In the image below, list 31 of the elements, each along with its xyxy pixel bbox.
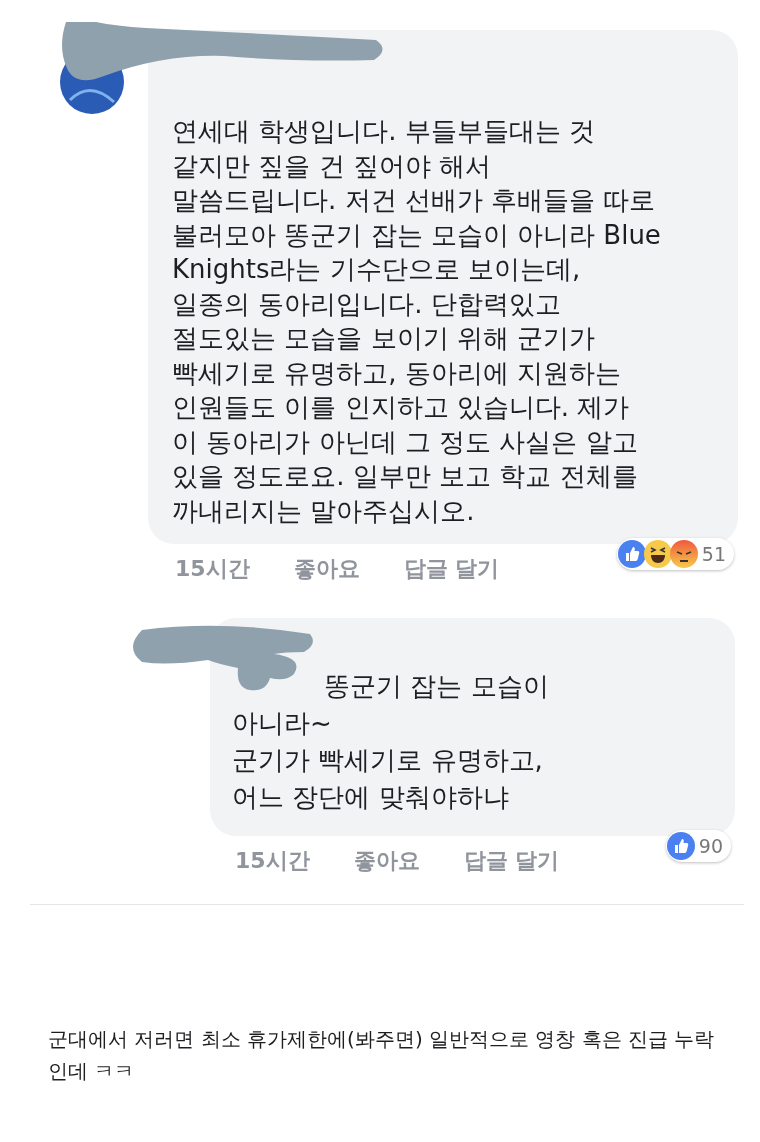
comment-text-line: Knights라는 기수단으로 보이는데, xyxy=(172,253,582,286)
reaction-number: 90 xyxy=(698,835,723,857)
comment-text-line: 아니라~ xyxy=(232,707,333,740)
reaction-count[interactable]: 90 xyxy=(665,830,731,862)
reaction-count[interactable]: 51 xyxy=(616,538,734,570)
comment-text-line: 어느 장단에 맞춰야하냐 xyxy=(232,781,510,814)
thumbs-up-icon xyxy=(666,832,695,860)
comment-text-line: 까내리지는 말아주십시오. xyxy=(172,494,476,528)
comment-text-line: 빡세기로 유명하고, 동아리에 지원하는 xyxy=(172,356,623,390)
like-link[interactable]: 좋아요 xyxy=(293,554,360,584)
comment-text-line: 있을 정도로요. 일부만 보고 학교 전체를 xyxy=(172,460,639,493)
comment-text-line: 절도있는 모습을 보이기 위해 군기가 xyxy=(172,322,597,355)
comment-text-line: 일종의 동아리입니다. 단합력있고 xyxy=(172,287,562,321)
comment-text-line: 연세대 학생입니다. 부들부들대는 것 xyxy=(172,115,597,148)
reaction-number: 51 xyxy=(701,543,726,565)
like-link[interactable]: 좋아요 xyxy=(353,846,420,876)
reply-link[interactable]: 답글 달기 xyxy=(403,554,500,584)
thumbs-up-icon xyxy=(617,540,646,568)
comment-text-line: 같지만 짚을 건 짚어야 해서 xyxy=(172,149,493,183)
comment-text-line: 군기가 빡세기로 유명하고, xyxy=(232,744,544,777)
comment-time: 15시간 xyxy=(175,555,250,583)
laughing-emoji-icon xyxy=(643,540,672,568)
comment-text-line: 불러모아 똥군기 잡는 모습이 아니라 Blue xyxy=(172,218,662,252)
comment-text-line: 똥군기 잡는 모습이 xyxy=(323,670,550,703)
reply-link[interactable]: 답글 달기 xyxy=(463,846,560,876)
comment-time: 15시간 xyxy=(235,847,310,875)
post-text: 군대에서 저러면 최소 휴가제한에(봐주면) 일반적으로 영창 혹은 진급 누락인데 ㅋㅋ xyxy=(48,1026,716,1085)
angry-emoji-icon xyxy=(669,540,698,568)
comment-text-line: 인원들도 이를 인지하고 있습니다. 제가 xyxy=(172,391,631,424)
comment-text-line: 이 동아리가 아닌데 그 정도 사실은 알고 xyxy=(172,425,639,459)
comment-text-line: 말씀드립니다. 저건 선배가 후배들을 따로 xyxy=(172,184,657,217)
